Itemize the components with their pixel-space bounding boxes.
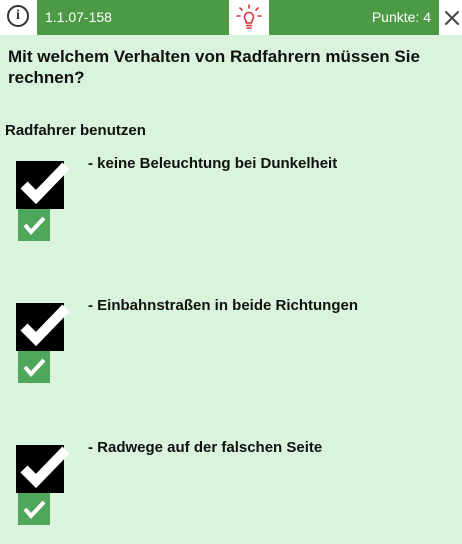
hint-button[interactable] xyxy=(229,0,269,35)
lightbulb-icon xyxy=(236,3,262,29)
answer-item: - keine Beleuchtung bei Dunkelheit xyxy=(0,155,462,255)
correct-check-icon xyxy=(18,351,50,383)
answer-checkbox-checked[interactable] xyxy=(16,445,72,493)
answer-label[interactable]: - Einbahnstraßen in beide Richtungen xyxy=(88,297,358,314)
correct-check-icon xyxy=(18,493,50,525)
close-icon xyxy=(444,10,459,25)
answer-label[interactable]: - keine Beleuchtung bei Dunkelheit xyxy=(88,155,337,172)
correct-check-icon xyxy=(18,209,50,241)
answer-label[interactable]: - Radwege auf der falschen Seite xyxy=(88,439,322,456)
question-id: 1.1.07-158 xyxy=(37,0,229,35)
info-icon[interactable]: i xyxy=(7,5,29,27)
answer-item: - Radwege auf der falschen Seite xyxy=(0,439,462,539)
answer-checkbox-checked[interactable] xyxy=(16,303,72,351)
points-label: Punkte: 4 xyxy=(269,0,439,35)
close-button[interactable] xyxy=(441,0,462,35)
top-bar: i 1.1.07-158 Punkte: 4 xyxy=(0,0,462,35)
answer-item: - Einbahnstraßen in beide Richtungen xyxy=(0,297,462,397)
question-text: Mit welchem Verhalten von Radfahrern müs… xyxy=(8,47,420,87)
answer-checkbox-checked[interactable] xyxy=(16,161,72,209)
question-prompt: Radfahrer benutzen xyxy=(5,122,146,139)
